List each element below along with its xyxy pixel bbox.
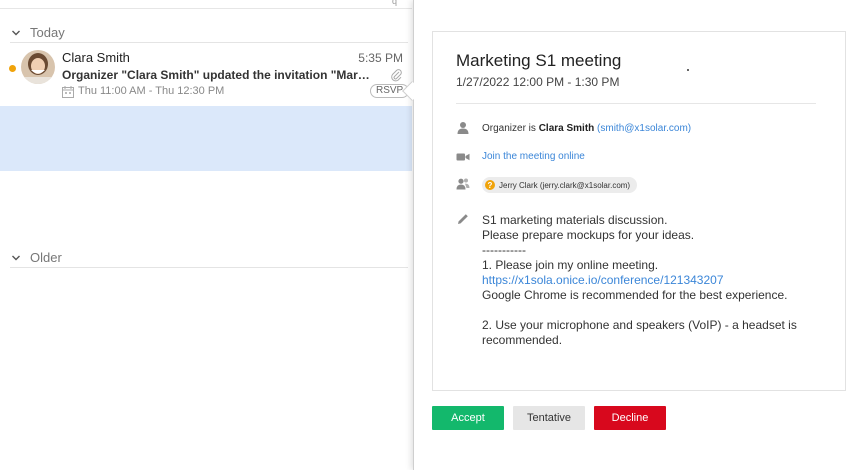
pending-status-icon: ? xyxy=(485,180,495,190)
avatar xyxy=(21,50,55,84)
description-line: 1. Please join my online meeting. xyxy=(482,258,659,272)
decline-button[interactable]: Decline xyxy=(594,406,666,430)
event-description: S1 marketing materials discussion. Pleas… xyxy=(482,213,822,348)
group-label: Older xyxy=(30,250,62,265)
description-line: S1 marketing materials discussion. xyxy=(482,213,668,227)
accept-button[interactable]: Accept xyxy=(432,406,504,430)
join-meeting-link[interactable]: Join the meeting online xyxy=(482,151,585,162)
organizer-name: Clara Smith xyxy=(538,123,595,134)
description-line xyxy=(482,303,822,318)
mail-list: q Today Clara Smith 5:35 PM Organizer "C… xyxy=(0,0,412,470)
organizer-line: Organizer is Clara Smith (smith@x1solar.… xyxy=(482,123,691,134)
event-time-summary: Thu 11:00 AM - Thu 12:30 PM xyxy=(78,85,225,97)
list-toolbar: q xyxy=(0,0,412,9)
stray-dot xyxy=(687,69,689,71)
chevron-down-icon xyxy=(10,252,22,264)
description-line: 2. Use your microphone and speakers (VoI… xyxy=(482,318,797,332)
attendees-icon xyxy=(456,177,470,191)
group-header-today[interactable]: Today xyxy=(10,23,408,43)
description-line: recommended. xyxy=(482,333,563,347)
organizer-email[interactable]: (smith@x1solar.com) xyxy=(597,123,691,134)
tentative-button[interactable]: Tentative xyxy=(513,406,585,430)
attendee-chip[interactable]: ? Jerry Clark (jerry.clark@x1solar.com) xyxy=(482,177,638,193)
calendar-icon xyxy=(62,85,74,98)
mail-subject: Organizer "Clara Smith" updated the invi… xyxy=(62,68,370,82)
person-icon xyxy=(456,121,470,135)
description-line: Please prepare mockups for your ideas. xyxy=(482,228,695,242)
event-datetime: 1/27/2022 12:00 PM - 1:30 PM xyxy=(456,75,620,89)
selected-row[interactable] xyxy=(0,106,412,171)
description-line: ----------- xyxy=(482,243,526,257)
divider xyxy=(456,103,816,104)
toolbar-glyph: q xyxy=(392,0,398,6)
conference-link[interactable]: https://x1sola.onice.io/conference/12134… xyxy=(482,273,822,288)
chevron-down-icon xyxy=(10,27,22,39)
attendee-name: Jerry Clark (jerry.clark@x1solar.com) xyxy=(499,180,631,190)
event-title: Marketing S1 meeting xyxy=(456,51,622,70)
description-line: Google Chrome is recommended for the bes… xyxy=(482,288,788,302)
group-label: Today xyxy=(30,25,65,40)
organizer-prefix: Organizer is xyxy=(482,123,536,134)
unread-indicator xyxy=(9,65,16,72)
video-camera-icon xyxy=(456,150,470,164)
received-time: 5:35 PM xyxy=(358,51,403,65)
paperclip-icon xyxy=(390,68,402,82)
pencil-icon xyxy=(456,212,470,226)
sender-name: Clara Smith xyxy=(62,50,130,65)
group-header-older[interactable]: Older xyxy=(10,248,408,268)
